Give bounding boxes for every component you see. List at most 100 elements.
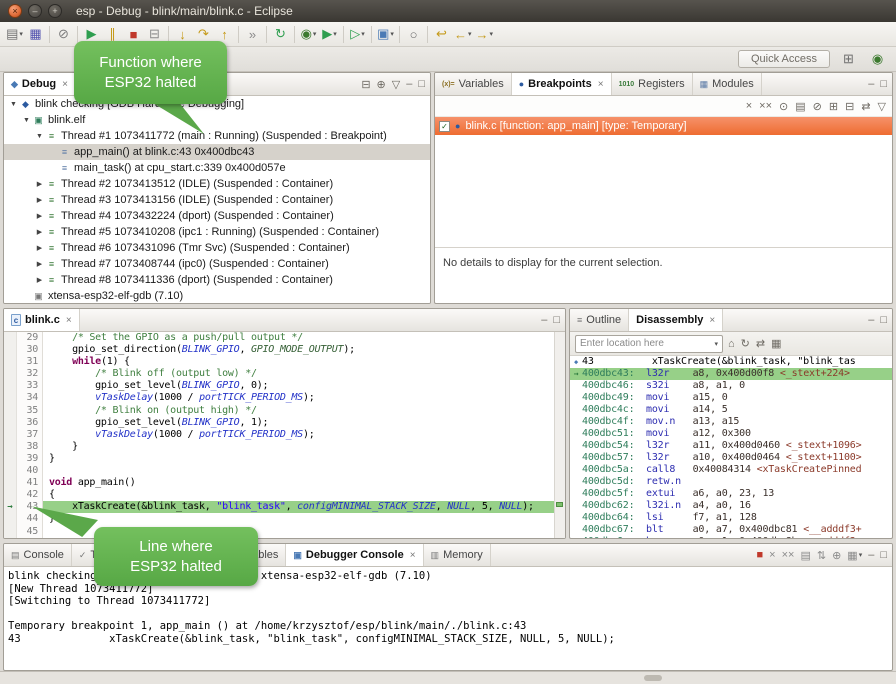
editor-line[interactable]: 42{: [4, 489, 565, 501]
sash-handle[interactable]: [644, 675, 662, 681]
disassembly-row[interactable]: 400dbc46: s32i a8, a1, 0: [570, 380, 892, 392]
minimize-window-icon[interactable]: –: [28, 4, 42, 18]
disassembly-source-line[interactable]: ◆43 xTaskCreate(&blink_task, "blink_tas: [570, 356, 892, 368]
location-input[interactable]: Enter location here ▾: [575, 335, 723, 353]
close-icon[interactable]: ×: [709, 315, 715, 326]
maximize-icon[interactable]: □: [880, 314, 887, 326]
display-console-icon[interactable]: ▦▾: [847, 549, 862, 562]
views-tab-console[interactable]: ▤Console: [4, 544, 72, 566]
editor-line[interactable]: 33 gpio_set_level(BLINK_GPIO, 0);: [4, 380, 565, 392]
disassembly-row[interactable]: 400dbc5f: extui a6, a0, 23, 13: [570, 488, 892, 500]
expander-down-icon[interactable]: ▼: [21, 117, 32, 124]
home-icon[interactable]: ⌂: [728, 338, 735, 350]
show-source-icon[interactable]: ▦: [771, 337, 781, 350]
minimize-icon[interactable]: –: [868, 549, 874, 561]
view-menu-icon[interactable]: ▽: [878, 100, 886, 113]
views-tab-registers[interactable]: 1010Registers: [612, 73, 693, 95]
disassembly-row[interactable]: 400dbc57: l32r a10, 0x400d0464 <_stext+1…: [570, 452, 892, 464]
close-icon[interactable]: ×: [62, 79, 68, 90]
disassembly-row[interactable]: 400dbc51: movi a12, 0x300: [570, 428, 892, 440]
search-icon[interactable]: ○: [403, 24, 424, 45]
tree-row[interactable]: ≡main_task() at cpu_start.c:339 0x400d05…: [4, 160, 430, 176]
instruction-stepping-icon[interactable]: »: [242, 24, 263, 45]
expander-right-icon[interactable]: ▶: [34, 276, 45, 284]
line-number[interactable]: 45: [17, 526, 43, 538]
disassembly-row[interactable]: 400dbc54: l32r a11, 0x400d0460 <_stext+1…: [570, 440, 892, 452]
run-icon[interactable]: ▶▾: [319, 24, 340, 45]
editor-line[interactable]: 36 gpio_set_level(BLINK_GPIO, 1);: [4, 417, 565, 429]
view-menu-icon[interactable]: ▽: [392, 78, 400, 91]
editor-line[interactable]: 31 while(1) {: [4, 356, 565, 368]
tree-row[interactable]: ▶≡Thread #4 1073432224 (dport) (Suspende…: [4, 208, 430, 224]
editor-line[interactable]: 39}: [4, 453, 565, 465]
close-icon[interactable]: ×: [598, 79, 604, 90]
expander-right-icon[interactable]: ▶: [34, 196, 45, 204]
line-number[interactable]: 35: [17, 405, 43, 417]
maximize-icon[interactable]: □: [880, 78, 887, 90]
tree-row[interactable]: ▼▣blink.elf: [4, 112, 430, 128]
debug-tab-debug[interactable]: ◆Debug×: [4, 73, 76, 95]
chevron-down-icon[interactable]: ▾: [714, 340, 718, 348]
line-number[interactable]: 33: [17, 380, 43, 392]
editor-line[interactable]: 32 /* Blink off (output low) */: [4, 368, 565, 380]
remove-all-launches-icon[interactable]: ××: [782, 549, 795, 561]
breakpoint-checkbox[interactable]: ✓: [439, 121, 450, 132]
skip-all-breakpoints-icon[interactable]: ⊘: [813, 100, 822, 113]
line-number[interactable]: 32: [17, 368, 43, 380]
editor-line[interactable]: 40: [4, 465, 565, 477]
line-number[interactable]: 31: [17, 356, 43, 368]
editor-tab-blink-c[interactable]: cblink.c×: [4, 309, 80, 331]
link-with-context-icon[interactable]: ⇄: [756, 337, 765, 350]
restart-icon[interactable]: ↻: [270, 24, 291, 45]
maximize-icon[interactable]: □: [553, 314, 560, 326]
editor-line[interactable]: 30 gpio_set_direction(BLINK_GPIO, GPIO_M…: [4, 344, 565, 356]
quick-access-button[interactable]: Quick Access: [738, 50, 830, 68]
minimize-icon[interactable]: –: [868, 78, 874, 90]
close-icon[interactable]: ×: [410, 550, 416, 561]
line-number[interactable]: 43: [17, 501, 43, 513]
tree-row[interactable]: ▣xtensa-esp32-elf-gdb (7.10): [4, 288, 430, 303]
close-icon[interactable]: ×: [66, 315, 72, 326]
expander-right-icon[interactable]: ▶: [34, 212, 45, 220]
expander-down-icon[interactable]: ▼: [34, 133, 45, 140]
expander-right-icon[interactable]: ▶: [34, 180, 45, 188]
minimize-icon[interactable]: –: [541, 314, 547, 326]
remove-launch-icon[interactable]: ×: [769, 549, 775, 561]
maximize-window-icon[interactable]: +: [48, 4, 62, 18]
expander-right-icon[interactable]: ▶: [34, 260, 45, 268]
titlebar[interactable]: × – + esp - Debug - blink/main/blink.c -…: [0, 0, 896, 22]
expander-right-icon[interactable]: ▶: [34, 228, 45, 236]
line-number[interactable]: 30: [17, 344, 43, 356]
tree-row[interactable]: ▼≡Thread #1 1073411772 (main : Running) …: [4, 128, 430, 144]
collapse-all-icon[interactable]: ⊟: [845, 100, 854, 113]
line-number[interactable]: 36: [17, 417, 43, 429]
collapse-all-icon[interactable]: ⊟: [361, 78, 370, 91]
line-number[interactable]: 41: [17, 477, 43, 489]
line-number[interactable]: 40: [17, 465, 43, 477]
disassembly-row[interactable]: →400dbc43: l32r a8, 0x400d00f8 <_stext+2…: [570, 368, 892, 380]
disassembly-row[interactable]: 400dbc4c: movi a14, 5: [570, 404, 892, 416]
minimize-icon[interactable]: –: [868, 314, 874, 326]
tree-row[interactable]: ▶≡Thread #8 1073411336 (dport) (Suspende…: [4, 272, 430, 288]
forward-icon[interactable]: →▾: [474, 24, 496, 45]
breakpoint-row[interactable]: ✓ ● blink.c [function: app_main] [type: …: [435, 117, 892, 135]
tree-row[interactable]: ≡app_main() at blink.c:43 0x400dbc43: [4, 144, 430, 160]
debug-icon[interactable]: ◉▾: [298, 24, 319, 45]
views-tab-modules[interactable]: ▦Modules: [693, 73, 762, 95]
debug-perspective-icon[interactable]: ◉: [867, 49, 888, 70]
tree-row[interactable]: ▶≡Thread #3 1073413156 (IDLE) (Suspended…: [4, 192, 430, 208]
line-number[interactable]: 29: [17, 332, 43, 344]
show-breakpoints-supported-icon[interactable]: ⊙: [779, 100, 788, 113]
go-to-file-icon[interactable]: ▤: [795, 100, 805, 113]
editor-line[interactable]: 38 }: [4, 441, 565, 453]
disassembly-row[interactable]: 400dbc62: l32i.n a4, a0, 16: [570, 500, 892, 512]
terminate-icon[interactable]: ■: [757, 549, 764, 561]
new-view-icon[interactable]: ⊕: [377, 78, 386, 91]
views-tab-debugger-console[interactable]: ▣Debugger Console×: [286, 544, 423, 566]
remove-breakpoint-icon[interactable]: ×: [746, 100, 752, 112]
expander-right-icon[interactable]: ▶: [34, 244, 45, 252]
disassembly-row[interactable]: 400dbc4f: mov.n a13, a15: [570, 416, 892, 428]
views-tab-breakpoints[interactable]: ●Breakpoints×: [512, 73, 612, 95]
refresh-icon[interactable]: ↻: [741, 337, 750, 350]
remove-all-breakpoints-icon[interactable]: ××: [759, 100, 772, 112]
